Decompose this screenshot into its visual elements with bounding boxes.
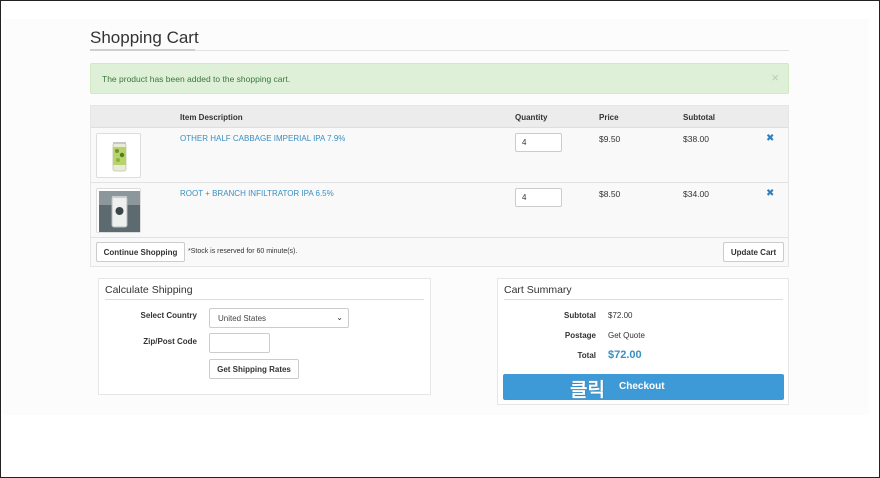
country-value: United States — [218, 314, 267, 323]
item-price: $9.50 — [599, 134, 621, 144]
header-subtotal: Subtotal — [683, 113, 715, 122]
header-quantity: Quantity — [515, 113, 548, 122]
table-row: ROOT + BRANCH INFILTRATOR IPA 6.5% $8.50… — [91, 183, 788, 238]
item-price: $8.50 — [599, 189, 621, 199]
total-value: $72.00 — [608, 349, 642, 361]
total-label: Total — [577, 351, 596, 360]
zip-input[interactable] — [209, 333, 270, 353]
summary-divider — [504, 299, 783, 300]
click-overlay-text: 클릭 — [570, 380, 605, 401]
alert-message: The product has been added to the shoppi… — [102, 74, 291, 84]
stock-reservation-note: *Stock is reserved for 60 minute(s). — [188, 248, 298, 255]
cart-table: Item Description Quantity Price Subtotal… — [90, 105, 789, 267]
country-label: Select Country — [140, 311, 197, 320]
product-thumbnail[interactable] — [96, 188, 141, 233]
beer-can-image — [112, 142, 127, 172]
table-header: Item Description Quantity Price Subtotal — [91, 106, 788, 128]
cart-summary-panel: Cart Summary Subtotal $72.00 Postage Get… — [497, 278, 789, 405]
shipping-panel: Calculate Shipping Select Country United… — [98, 278, 431, 395]
success-alert: The product has been added to the shoppi… — [90, 63, 789, 94]
screen-frame: Shopping Cart The product has been added… — [0, 0, 880, 478]
quantity-input[interactable] — [515, 133, 562, 152]
product-link[interactable]: OTHER HALF CABBAGE IMPERIAL IPA 7.9% — [180, 134, 345, 143]
shipping-title: Calculate Shipping — [105, 284, 193, 296]
checkout-label: Checkout — [619, 381, 665, 392]
product-link[interactable]: ROOT + BRANCH INFILTRATOR IPA 6.5% — [180, 189, 334, 198]
remove-icon[interactable]: ✖ — [766, 188, 774, 199]
remove-icon[interactable]: ✖ — [766, 133, 774, 144]
subtotal-value: $72.00 — [608, 311, 633, 320]
get-shipping-rates-button[interactable]: Get Shipping Rates — [209, 359, 299, 379]
country-select[interactable]: United States ⌄ — [209, 308, 349, 328]
table-row: OTHER HALF CABBAGE IMPERIAL IPA 7.9% $9.… — [91, 128, 788, 183]
update-cart-button[interactable]: Update Cart — [723, 242, 784, 262]
summary-title: Cart Summary — [504, 284, 572, 296]
postage-label: Postage — [564, 331, 596, 340]
continue-shopping-button[interactable]: Continue Shopping — [96, 242, 185, 262]
item-subtotal: $34.00 — [683, 189, 709, 199]
header-price: Price — [599, 113, 619, 122]
alert-close-icon[interactable]: × — [771, 70, 779, 85]
chevron-down-icon: ⌄ — [336, 313, 343, 322]
product-thumbnail[interactable] — [96, 133, 141, 178]
title-divider-accent — [90, 49, 195, 51]
beer-can-image — [99, 191, 140, 232]
page-title: Shopping Cart — [90, 28, 199, 47]
zip-label: Zip/Post Code — [143, 337, 197, 346]
subtotal-label: Subtotal — [564, 311, 596, 320]
shipping-divider — [105, 299, 424, 300]
quantity-input[interactable] — [515, 188, 562, 207]
checkout-button[interactable]: 클릭 Checkout — [503, 374, 784, 401]
header-item-description: Item Description — [180, 113, 243, 122]
item-subtotal: $38.00 — [683, 134, 709, 144]
postage-value: Get Quote — [608, 331, 645, 340]
